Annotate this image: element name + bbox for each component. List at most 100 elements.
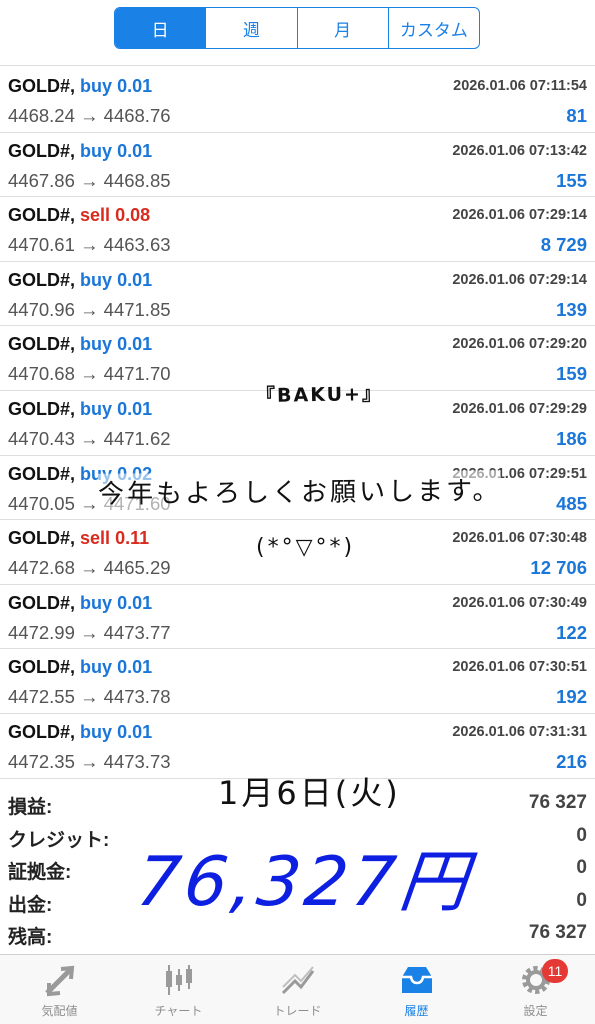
trade-row[interactable]: GOLD#, buy 0.01 2026.01.06 07:30:51 4472.5… — [0, 649, 595, 714]
close-price: 4468.85 — [103, 169, 171, 191]
summary-label: 残高: — [8, 927, 53, 948]
trade-volume: 0.08 — [115, 205, 151, 226]
arrow-icon: → — [80, 492, 99, 514]
trade-side: buy — [80, 657, 113, 678]
tab-chart[interactable]: チャート — [119, 955, 238, 1024]
summary-label: クレジット: — [8, 829, 110, 851]
segment-custom[interactable]: カスタム — [387, 8, 479, 48]
open-price: 4470.96 — [8, 298, 75, 320]
trade-profit: 8 729 — [540, 234, 587, 256]
trade-direction: buy 0.01 — [80, 76, 152, 96]
trade-symbol: GOLD#, — [8, 76, 76, 96]
trade-volume: 0.11 — [115, 528, 150, 549]
trade-volume: 0.01 — [117, 269, 153, 290]
trade-profit: 159 — [556, 363, 587, 385]
tab-history[interactable]: 履歴 — [357, 955, 476, 1024]
trade-row[interactable]: GOLD#, buy 0.01 2026.01.06 07:29:14 4470.9… — [0, 262, 595, 327]
handwritten-date: 1月6日(火) — [218, 774, 401, 812]
close-price: 4465.29 — [103, 557, 171, 579]
trade-profit: 216 — [556, 750, 587, 772]
trade-prices: 4472.55 → 4473.78 — [8, 686, 171, 708]
tab-quotes[interactable]: 気配値 — [0, 955, 119, 1024]
trade-symbol-line: GOLD#, buy 0.01 — [8, 270, 152, 291]
trade-symbol-line: GOLD#, buy 0.01 — [8, 141, 152, 162]
trade-prices: 4470.61 → 4463.63 — [8, 234, 171, 256]
trade-time: 2026.01.06 07:13:42 — [452, 142, 587, 159]
trade-symbol-line: GOLD#, sell 0.11 — [8, 528, 149, 549]
trade-direction: buy 0.01 — [80, 593, 152, 613]
summary-label: 証拠金: — [8, 862, 72, 883]
trade-symbol: GOLD#, — [8, 140, 76, 161]
trade-volume: 0.01 — [117, 140, 153, 161]
close-price: 4471.85 — [103, 298, 171, 320]
trade-direction: buy 0.01 — [80, 334, 152, 354]
trade-time: 2026.01.06 07:30:51 — [452, 659, 587, 676]
trade-side: buy — [80, 592, 113, 613]
history-icon — [401, 967, 432, 993]
close-price: 4468.76 — [103, 105, 171, 126]
trade-time: 2026.01.06 07:29:14 — [452, 207, 587, 224]
open-price: 4467.86 — [8, 169, 75, 191]
trade-symbol-line: GOLD#, buy 0.01 — [8, 722, 152, 743]
tab-chart-label: チャート — [154, 1004, 203, 1018]
tab-history-label: 履歴 — [404, 1004, 429, 1018]
close-price: 4473.77 — [103, 621, 171, 643]
trade-profit: 186 — [556, 427, 587, 449]
period-segmented-control: 日 週 月 カスタム — [114, 7, 480, 49]
tab-trade-label: トレード — [273, 1004, 322, 1018]
trade-row[interactable]: GOLD#, buy 0.01 2026.01.06 07:11:54 4468.2… — [0, 68, 595, 133]
close-price: 4463.63 — [103, 234, 171, 256]
handwritten-greeting: 今年もよろしくお願いします。 — [97, 470, 502, 511]
trade-time: 2026.01.06 07:31:31 — [452, 723, 587, 740]
arrow-icon: → — [80, 686, 99, 708]
trade-symbol: GOLD#, — [8, 721, 76, 742]
segment-month[interactable]: 月 — [296, 8, 388, 48]
trade-profit: 485 — [556, 492, 587, 514]
trade-side: buy — [80, 269, 113, 290]
handwritten-title: 『BAKU+』 — [255, 382, 384, 408]
summary-value: 76 327 — [528, 922, 587, 943]
arrow-icon: → — [80, 557, 99, 579]
trade-direction: sell 0.08 — [80, 205, 150, 225]
trade-volume: 0.01 — [117, 657, 153, 678]
trade-symbol: GOLD#, — [8, 269, 76, 290]
open-price: 4472.35 — [8, 750, 75, 772]
tab-settings-label: 設定 — [523, 1004, 548, 1018]
trade-symbol: GOLD#, — [8, 657, 76, 678]
open-price: 4470.43 — [8, 427, 75, 449]
trade-time: 2026.01.06 07:30:48 — [452, 530, 587, 547]
trade-prices: 4470.68 → 4471.70 — [8, 363, 171, 385]
segment-day[interactable]: 日 — [115, 8, 206, 48]
trade-volume: 0.01 — [117, 592, 153, 613]
trade-time: 2026.01.06 07:29:29 — [452, 400, 587, 417]
trade-symbol-line: GOLD#, buy 0.01 — [8, 334, 152, 355]
trade-direction: buy 0.01 — [80, 657, 152, 677]
arrow-icon: → — [80, 621, 99, 643]
trade-direction: buy 0.01 — [80, 722, 152, 742]
bottom-tab-bar: 気配値 チャート トレード 履歴 設定 11 — [0, 954, 595, 1024]
trade-profit: 81 — [566, 105, 587, 126]
trade-profit: 139 — [556, 298, 587, 320]
trade-side: buy — [80, 76, 113, 96]
arrow-icon: → — [80, 427, 99, 449]
trade-row[interactable]: GOLD#, buy 0.01 2026.01.06 07:30:49 4472.9… — [0, 585, 595, 650]
trade-symbol-line: GOLD#, buy 0.01 — [8, 593, 152, 614]
trade-profit: 155 — [556, 169, 587, 191]
trade-row[interactable]: GOLD#, sell 0.08 2026.01.06 07:29:14 4470.… — [0, 197, 595, 262]
trade-row[interactable]: GOLD#, buy 0.01 2026.01.06 07:13:42 4467.8… — [0, 133, 595, 198]
tab-settings[interactable]: 設定 11 — [476, 955, 595, 1024]
segment-week[interactable]: 週 — [205, 8, 296, 48]
trade-side: sell — [80, 528, 111, 549]
open-price: 4470.68 — [8, 363, 75, 385]
close-price: 4473.73 — [103, 750, 171, 772]
trade-icon — [281, 966, 314, 995]
close-price: 4471.70 — [103, 363, 171, 385]
tab-trade[interactable]: トレード — [238, 955, 357, 1024]
trade-volume: 0.01 — [117, 334, 153, 355]
trade-prices: 4467.86 → 4468.85 — [8, 170, 171, 192]
summary-label: 損益: — [8, 797, 53, 818]
period-selector-bar: 日 週 月 カスタム — [0, 0, 595, 66]
close-price: 4471.62 — [103, 427, 171, 449]
trade-prices: 4472.35 → 4473.73 — [8, 751, 171, 773]
trade-direction: buy 0.01 — [80, 141, 152, 161]
